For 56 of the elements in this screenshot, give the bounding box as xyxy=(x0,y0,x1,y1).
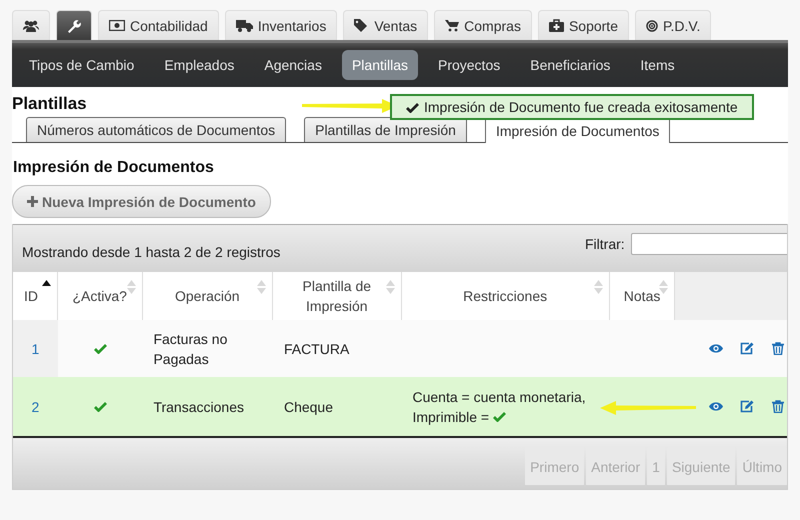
column-header[interactable]: Plantilla de Impresión xyxy=(273,276,401,316)
restriction-text: Imprimible = xyxy=(412,408,490,426)
delete-icon[interactable] xyxy=(771,400,785,413)
page-title: Plantillas xyxy=(12,93,87,115)
wrench-icon xyxy=(67,18,81,32)
filter-label: Filtrar: xyxy=(585,236,625,252)
column-header[interactable]: ID xyxy=(24,286,38,306)
table-cell-text: Transacciones xyxy=(153,398,244,416)
module-tab[interactable]: Compras xyxy=(434,10,532,40)
nav-link[interactable]: Agencias xyxy=(254,50,332,80)
tags-icon xyxy=(354,19,370,32)
new-button[interactable]: Nueva Impresión de Documento xyxy=(12,185,271,218)
sub-tab[interactable]: Números automáticos de Documentos xyxy=(26,117,286,142)
alert-text: Impresión de Documento fue creada exitosamente xyxy=(424,99,738,115)
column-header[interactable]: Notas xyxy=(624,286,660,306)
module-tab[interactable]: Soporte xyxy=(538,10,629,40)
nav-link[interactable]: Empleados xyxy=(154,50,244,80)
view-icon[interactable] xyxy=(709,400,723,413)
table-cell-text: Cheque xyxy=(284,398,333,416)
check-icon xyxy=(406,102,419,112)
module-tab[interactable]: Contabilidad xyxy=(98,10,219,40)
module-tab[interactable] xyxy=(56,10,92,40)
table-info: Mostrando desde 1 hasta 2 de 2 registros xyxy=(22,244,280,260)
table-cell-text: FACTURA xyxy=(284,340,350,358)
nav-link[interactable]: Plantillas xyxy=(342,50,418,80)
module-tab[interactable]: P.D.V. xyxy=(635,10,712,40)
delete-icon[interactable] xyxy=(771,342,785,355)
module-tab[interactable] xyxy=(12,10,50,40)
users-icon xyxy=(23,20,39,32)
banknote-icon xyxy=(109,20,125,31)
column-header[interactable]: Restricciones xyxy=(463,286,548,306)
truck-icon xyxy=(236,20,253,32)
sub-tab[interactable]: Plantillas de Impresión xyxy=(304,117,467,142)
table-row[interactable]: 1 Facturas no Pagadas FACTURA xyxy=(13,320,787,377)
edit-icon[interactable] xyxy=(740,342,754,355)
id-link[interactable]: 1 xyxy=(32,338,40,358)
table-row[interactable]: 2 Transacciones Cheque Cuenta = cuenta monetaria, Imprimible = xyxy=(13,377,787,438)
nav-link[interactable]: Beneficiarios xyxy=(520,50,620,80)
column-header[interactable]: Operación xyxy=(174,286,240,306)
view-icon[interactable] xyxy=(709,342,723,355)
nav-link[interactable]: Proyectos xyxy=(428,50,510,80)
target-icon xyxy=(646,20,658,32)
section-title: Impresión de Documentos xyxy=(12,158,215,178)
edit-icon[interactable] xyxy=(740,400,754,413)
column-header[interactable]: ¿Activa? xyxy=(72,286,127,306)
module-tab[interactable]: Inventarios xyxy=(224,10,338,40)
nav-link[interactable]: Tipos de Cambio xyxy=(19,50,144,80)
table-cell-text: Facturas no Pagadas xyxy=(153,330,228,368)
module-tab[interactable]: Ventas xyxy=(343,10,428,40)
restriction-text: Cuenta = cuenta monetaria, xyxy=(412,388,586,406)
id-link[interactable]: 2 xyxy=(32,396,40,416)
filter-field[interactable] xyxy=(630,233,787,255)
nav-link[interactable]: Items xyxy=(630,50,685,80)
cart-icon xyxy=(445,19,460,32)
medkit-icon xyxy=(548,19,564,32)
plus-icon xyxy=(27,196,38,207)
